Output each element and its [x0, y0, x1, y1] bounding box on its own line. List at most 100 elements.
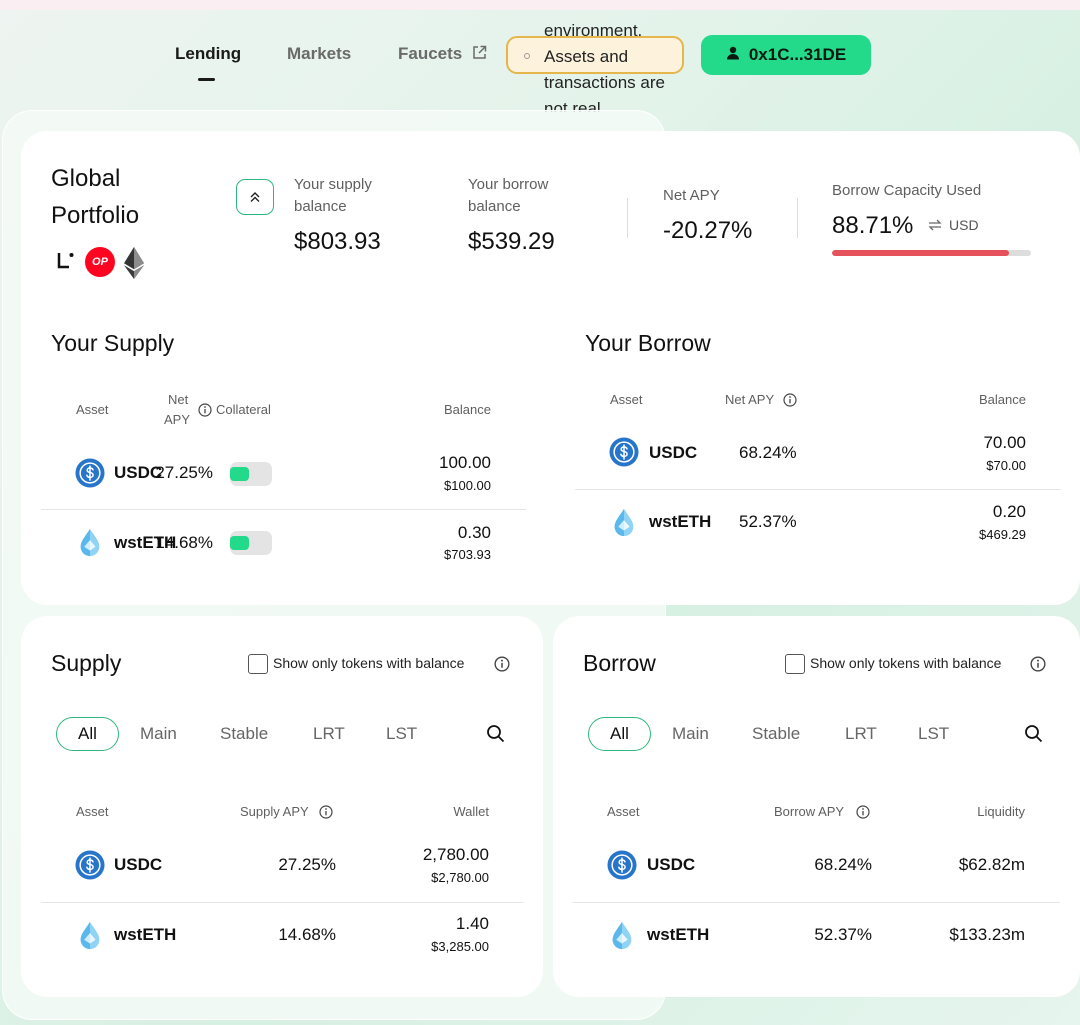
row-divider	[41, 509, 526, 510]
borrow-balance-label-1: Your borrow	[468, 176, 549, 193]
info-icon[interactable]	[783, 393, 797, 412]
toggle-knob	[230, 536, 249, 550]
apy-value: 52.37%	[739, 512, 797, 531]
usdc-coin-icon	[609, 437, 639, 467]
apy-value: 27.25%	[278, 855, 336, 874]
wallet-usd: $2,780.00	[431, 870, 489, 885]
collateral-toggle[interactable]	[230, 531, 272, 555]
col-asset: Asset	[76, 402, 109, 417]
filter-tab-stable[interactable]: Stable	[752, 724, 800, 744]
info-icon[interactable]	[319, 805, 333, 824]
warning-dot-icon	[524, 53, 530, 59]
wallet-button[interactable]: 0x1C...31DE	[701, 35, 871, 75]
filter-tab-lrt[interactable]: LRT	[845, 724, 877, 744]
nav-markets[interactable]: Markets	[287, 44, 351, 64]
filter-tab-main[interactable]: Main	[140, 724, 177, 744]
col-liquidity: Liquidity	[977, 804, 1025, 819]
wallet-usd: $3,285.00	[431, 939, 489, 954]
liquidity-value: $133.23m	[949, 925, 1025, 944]
swap-arrows-icon	[928, 219, 942, 231]
borrow-capacity-value: 88.71%	[832, 212, 914, 239]
nav-faucets[interactable]: Faucets	[398, 44, 488, 66]
nav-faucets-label: Faucets	[398, 44, 463, 63]
info-icon[interactable]	[856, 805, 870, 824]
search-icon[interactable]	[486, 724, 505, 748]
wallet-address: 0x1C...31DE	[748, 45, 847, 64]
apy-value: 14.68%	[155, 533, 213, 552]
wsteth-drop-icon	[75, 920, 105, 950]
asset-name: USDC	[649, 443, 698, 462]
stat-divider	[627, 198, 628, 238]
apy-value: 27.25%	[155, 463, 213, 482]
info-icon[interactable]	[494, 656, 510, 677]
linea-logo-icon	[55, 249, 79, 273]
collateral-toggle[interactable]	[230, 462, 272, 486]
wsteth-drop-icon	[607, 920, 637, 950]
info-icon[interactable]	[198, 403, 212, 422]
nav-lending[interactable]: Lending	[175, 44, 241, 64]
wsteth-drop-icon	[75, 527, 105, 557]
col-balance: Balance	[979, 392, 1026, 407]
apy-value: 68.24%	[739, 443, 797, 462]
balance-usd: $703.93	[444, 547, 491, 562]
env-line-3: transactions are	[544, 73, 665, 92]
usdc-coin-icon	[607, 850, 637, 880]
toggle-knob	[230, 467, 249, 481]
supply-balance-label-2: balance	[294, 198, 347, 215]
filter-tab-all[interactable]: All	[588, 717, 651, 751]
balance-amount: 100.00	[439, 453, 491, 472]
asset-name: USDC	[647, 855, 696, 874]
chevrons-up-icon	[250, 192, 260, 202]
col-asset: Asset	[607, 804, 640, 819]
env-line-1: environment.	[544, 21, 643, 40]
currency-switch[interactable]: USD	[928, 217, 979, 233]
col-borrow-apy: Borrow APY	[774, 804, 845, 819]
filter-tab-lrt[interactable]: LRT	[313, 724, 345, 744]
col-balance: Balance	[444, 402, 491, 417]
collapse-portfolio-button[interactable]	[236, 179, 274, 215]
search-icon[interactable]	[1024, 724, 1043, 748]
environment-warning-text: environment. Assets and transactions are…	[544, 18, 684, 112]
col-wallet: Wallet	[453, 804, 489, 819]
asset-name: USDC	[114, 855, 163, 874]
your-supply-title: Your Supply	[51, 330, 175, 356]
net-apy-value: -20.27%	[663, 217, 753, 244]
col-supply-apy: Supply APY	[240, 804, 309, 819]
wsteth-drop-icon	[609, 507, 639, 537]
supply-card: Supply Show only tokens with balance All…	[21, 616, 543, 997]
env-line-2: Assets and	[544, 47, 629, 66]
col-asset: Asset	[610, 392, 643, 407]
wallet-amount: 1.40	[455, 914, 489, 933]
filter-tab-main[interactable]: Main	[672, 724, 709, 744]
asset-name: wstETH	[647, 925, 710, 944]
borrow-capacity-bar	[832, 250, 1031, 256]
row-divider	[575, 489, 1061, 490]
filter-tab-lst[interactable]: LST	[386, 724, 417, 744]
balance-amount: 70.00	[983, 433, 1026, 452]
apy-value: 52.37%	[814, 925, 872, 944]
balance-usd: $70.00	[986, 458, 1026, 473]
asset-name: wstETH	[114, 925, 177, 944]
top-strip	[0, 0, 1080, 10]
borrow-capacity-label: Borrow Capacity Used	[832, 182, 982, 199]
supply-balance-value: $803.93	[294, 228, 381, 255]
filter-tab-all[interactable]: All	[56, 717, 119, 751]
usdc-coin-icon	[75, 850, 105, 880]
balance-amount: 0.20	[992, 502, 1026, 521]
ethereum-logo-icon	[124, 247, 144, 279]
wallet-amount: 2,780.00	[422, 845, 489, 864]
info-icon[interactable]	[1030, 656, 1046, 677]
net-apy-label: Net APY	[663, 187, 720, 204]
balance-usd: $100.00	[444, 478, 491, 493]
balance-filter-label: Show only tokens with balance	[810, 655, 1002, 671]
filter-tab-stable[interactable]: Stable	[220, 724, 268, 744]
balance-filter-checkbox[interactable]	[785, 654, 805, 674]
row-divider	[41, 902, 523, 903]
borrow-balance-label-2: balance	[468, 198, 521, 215]
supply-balance-label-1: Your supply	[294, 176, 372, 193]
balance-filter-checkbox[interactable]	[248, 654, 268, 674]
asset-name: wstETH	[649, 512, 712, 531]
apy-value: 14.68%	[278, 925, 336, 944]
filter-tab-lst[interactable]: LST	[918, 724, 949, 744]
col-asset: Asset	[76, 804, 109, 819]
